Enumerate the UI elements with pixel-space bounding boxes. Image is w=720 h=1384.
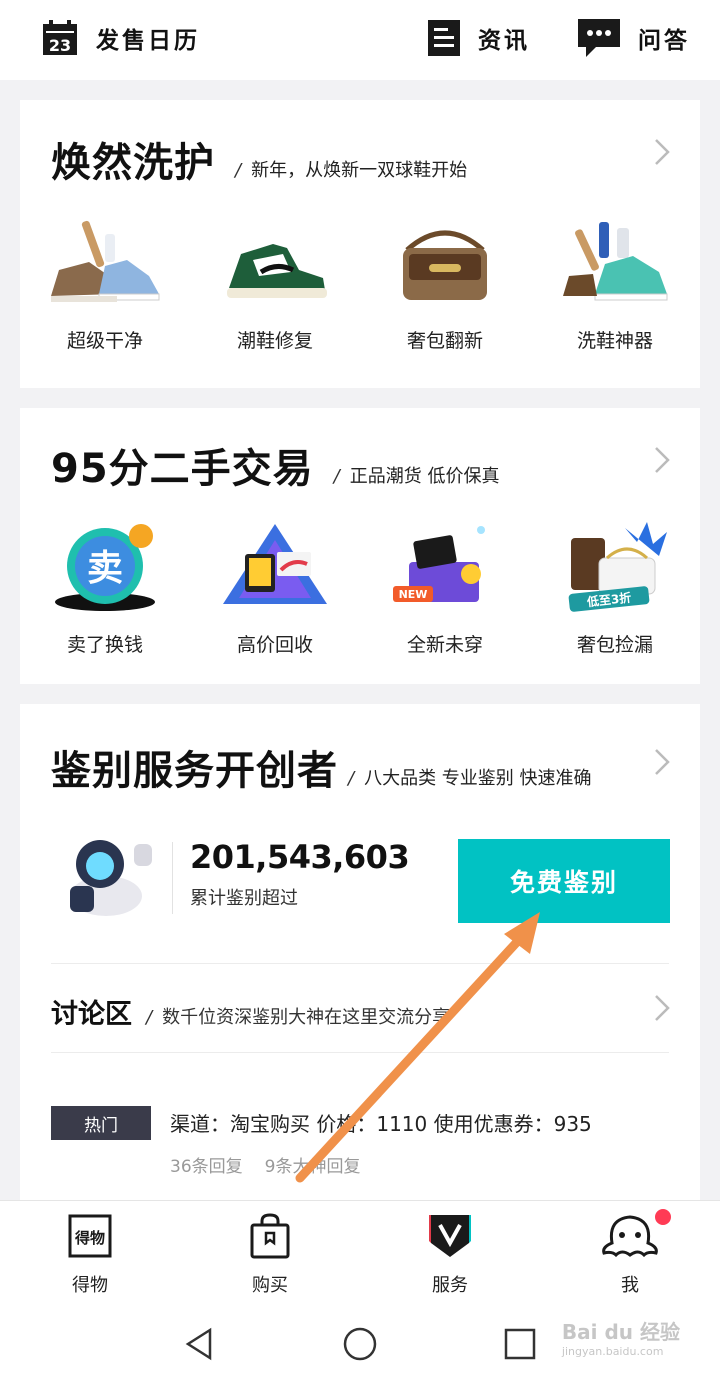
sell-coin-icon: 卖 [55,524,155,611]
resale-grid: 卖 卖了换钱 高价回收 NEW 全新未穿 低至3折 奢包捡漏 [20,518,700,657]
care-card[interactable]: 焕然洗护 / 新年，从焕新一双球鞋开始 超级干净 潮鞋修复 奢包翻新 洗鞋神器 [20,100,700,388]
dirty-sneaker-cleaning-icon [51,220,160,302]
qa-link[interactable]: 问答 [578,18,690,58]
divider [51,963,669,964]
resale-subtitle: 正品潮货 低价保真 [349,466,500,487]
auth-title: 鉴别服务开创者 [51,748,338,794]
nav-item-buy[interactable]: 购买 [180,1201,360,1304]
shoe-cleaning-kit-icon [563,222,668,301]
green-sneaker-icon [227,244,327,298]
resale-item-label: 卖了换钱 [66,634,143,656]
release-calendar-link[interactable]: 23 发售日历 [42,18,200,58]
discussion-title: 讨论区 [51,999,132,1030]
divider [172,842,173,914]
resale-item-recycle[interactable]: 高价回收 [190,518,360,657]
recycle-box-icon [223,524,327,604]
nav-item-service[interactable]: 服务 [360,1201,540,1304]
qa-label: 问答 [638,28,690,54]
auth-count-label: 累计鉴别超过 [190,888,298,909]
care-item-label: 洗鞋神器 [576,330,653,352]
care-item-kit[interactable]: 洗鞋神器 [530,214,700,353]
watermark: Bai du 经验 jingyan.baidu.com [561,1320,680,1358]
nav-label: 得物 [72,1275,108,1296]
resale-item-label: 奢包捡漏 [576,634,653,656]
release-calendar-label: 发售日历 [96,28,200,54]
nav-label: 服务 [432,1275,468,1296]
care-item-repair[interactable]: 潮鞋修复 [190,214,360,353]
news-icon [428,20,460,56]
chevron-right-icon[interactable] [654,994,670,1022]
svg-text:NEW: NEW [399,588,428,601]
resale-item-new[interactable]: NEW 全新未穿 [360,518,530,657]
chevron-right-icon[interactable] [654,446,670,474]
profile-mascot-icon [602,1215,658,1258]
care-item-clean[interactable]: 超级干净 [20,214,190,353]
resale-card[interactable]: 95分二手交易 / 正品潮货 低价保真 卖 卖了换钱 高价回收 NEW 全新未穿… [20,408,700,684]
home-icon[interactable] [342,1326,378,1362]
hot-tag-badge: 热门 [51,1106,151,1140]
nav-label: 我 [621,1275,639,1296]
free-authentication-button[interactable]: 免费鉴别 [458,839,670,923]
auth-card: 鉴别服务开创者 / 八大品类 专业鉴别 快速准确 201,543,603 累计鉴别… [20,704,700,1202]
nav-item-me[interactable]: 我 [540,1201,720,1304]
chevron-right-icon[interactable] [654,138,670,166]
care-item-bag[interactable]: 奢包翻新 [360,214,530,353]
bottom-nav: 得物 得物 购买 服务 我 [0,1200,720,1304]
top-bar: 23 发售日历 资讯 问答 [0,0,720,80]
care-grid: 超级干净 潮鞋修复 奢包翻新 洗鞋神器 [20,214,700,353]
new-box-icon: NEW [393,526,485,602]
discussion-header[interactable]: 讨论区 / 数千位资深鉴别大神在这里交流分享 [51,992,450,1031]
nav-item-dewu[interactable]: 得物 得物 [0,1201,180,1304]
resale-item-bag-deal[interactable]: 低至3折 奢包捡漏 [530,518,700,657]
resale-item-label: 全新未穿 [406,634,483,656]
news-label: 资讯 [478,28,530,54]
shopping-bag-icon [250,1213,290,1259]
resale-item-label: 高价回收 [236,634,313,656]
divider [51,1052,669,1053]
back-icon[interactable] [182,1326,218,1362]
care-subtitle: 新年，从焕新一双球鞋开始 [251,160,468,181]
care-item-label: 超级干净 [66,330,143,352]
bag-deal-icon: 低至3折 [568,522,667,612]
robot-mascot-icon [70,840,152,916]
svg-text:卖: 卖 [87,548,123,589]
svg-text:得物: 得物 [74,1229,105,1247]
care-item-label: 潮鞋修复 [236,330,313,352]
care-title: 焕然洗护 [51,140,215,186]
discussion-subtitle: 数千位资深鉴别大神在这里交流分享 [162,1007,451,1028]
resale-title: 95分二手交易 [51,446,314,492]
reply-count: 36条回复 [170,1157,243,1177]
calendar-icon: 23 [43,20,77,55]
chat-bubble-icon [578,19,620,57]
calendar-day: 23 [49,36,71,55]
service-v-icon [429,1215,471,1257]
recents-icon[interactable] [502,1326,538,1362]
post-meta: 36条回复 9条大神回复 [170,1152,360,1177]
care-item-label: 奢包翻新 [406,330,483,352]
notification-dot [653,1207,673,1227]
dewu-logo-icon: 得物 [68,1214,112,1258]
news-link[interactable]: 资讯 [428,18,530,58]
chevron-right-icon[interactable] [654,748,670,776]
auth-subtitle: 八大品类 专业鉴别 快速准确 [364,768,592,789]
expert-reply-count: 9条大神回复 [264,1157,361,1177]
nav-label: 购买 [252,1275,288,1296]
auth-count: 201,543,603 [190,838,410,876]
post-title[interactable]: 渠道：淘宝购买 价格：1110 使用优惠券：935 [170,1108,592,1137]
luxury-bag-icon [403,230,487,300]
resale-item-sell[interactable]: 卖 卖了换钱 [20,518,190,657]
